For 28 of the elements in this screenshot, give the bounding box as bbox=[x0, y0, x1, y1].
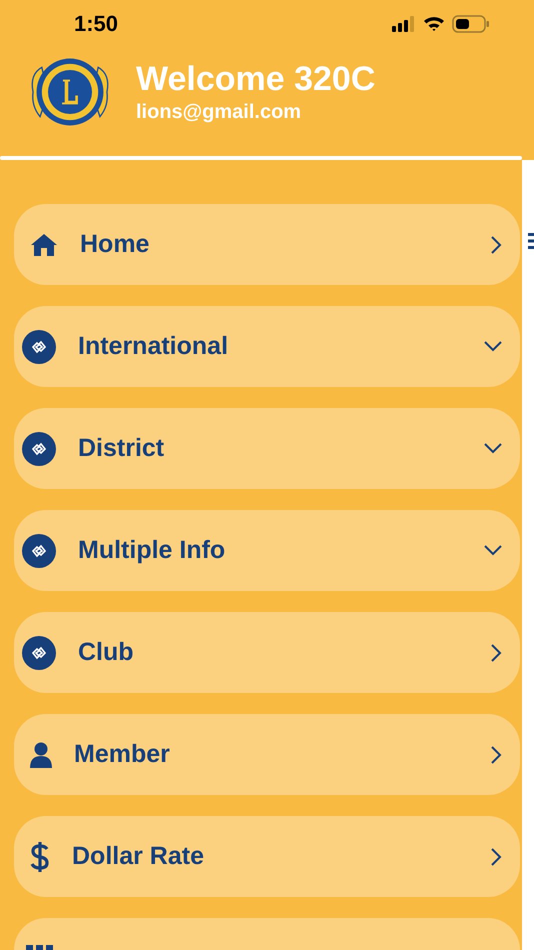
emblem-icon bbox=[22, 330, 56, 364]
menu-icon[interactable] bbox=[528, 233, 534, 249]
emblem-icon bbox=[22, 636, 56, 670]
menu-item[interactable]: International bbox=[14, 306, 520, 387]
menu-label: Home bbox=[80, 230, 150, 259]
emblem-icon bbox=[22, 534, 56, 568]
menu-item[interactable]: Multiple Info bbox=[14, 510, 520, 591]
menu-label: International bbox=[78, 332, 230, 361]
menu-label: District bbox=[78, 434, 166, 463]
menu-item[interactable]: Club bbox=[14, 612, 520, 693]
menu-label: Member bbox=[74, 740, 171, 769]
status-time: 1:50 bbox=[74, 11, 118, 37]
battery-icon bbox=[452, 15, 490, 33]
menu-label: Club bbox=[78, 638, 135, 667]
welcome-title: Welcome 320C bbox=[136, 59, 376, 99]
wifi-icon bbox=[423, 16, 445, 32]
menu-label: Multiple Info bbox=[78, 536, 226, 565]
menu-label: Dollar Rate bbox=[72, 842, 205, 871]
dollar-icon bbox=[30, 840, 50, 872]
menu-item[interactable]: Dollar Rate bbox=[14, 816, 520, 897]
user-email: lions@gmail.com bbox=[136, 100, 302, 125]
emblem-icon bbox=[22, 432, 56, 466]
menu-item[interactable]: District bbox=[14, 408, 520, 489]
menu-item[interactable]: Home bbox=[14, 204, 520, 285]
home-icon bbox=[30, 232, 58, 256]
user-icon bbox=[30, 742, 52, 768]
menu-item[interactable]: Member bbox=[14, 714, 520, 795]
signal-icon bbox=[392, 16, 416, 32]
